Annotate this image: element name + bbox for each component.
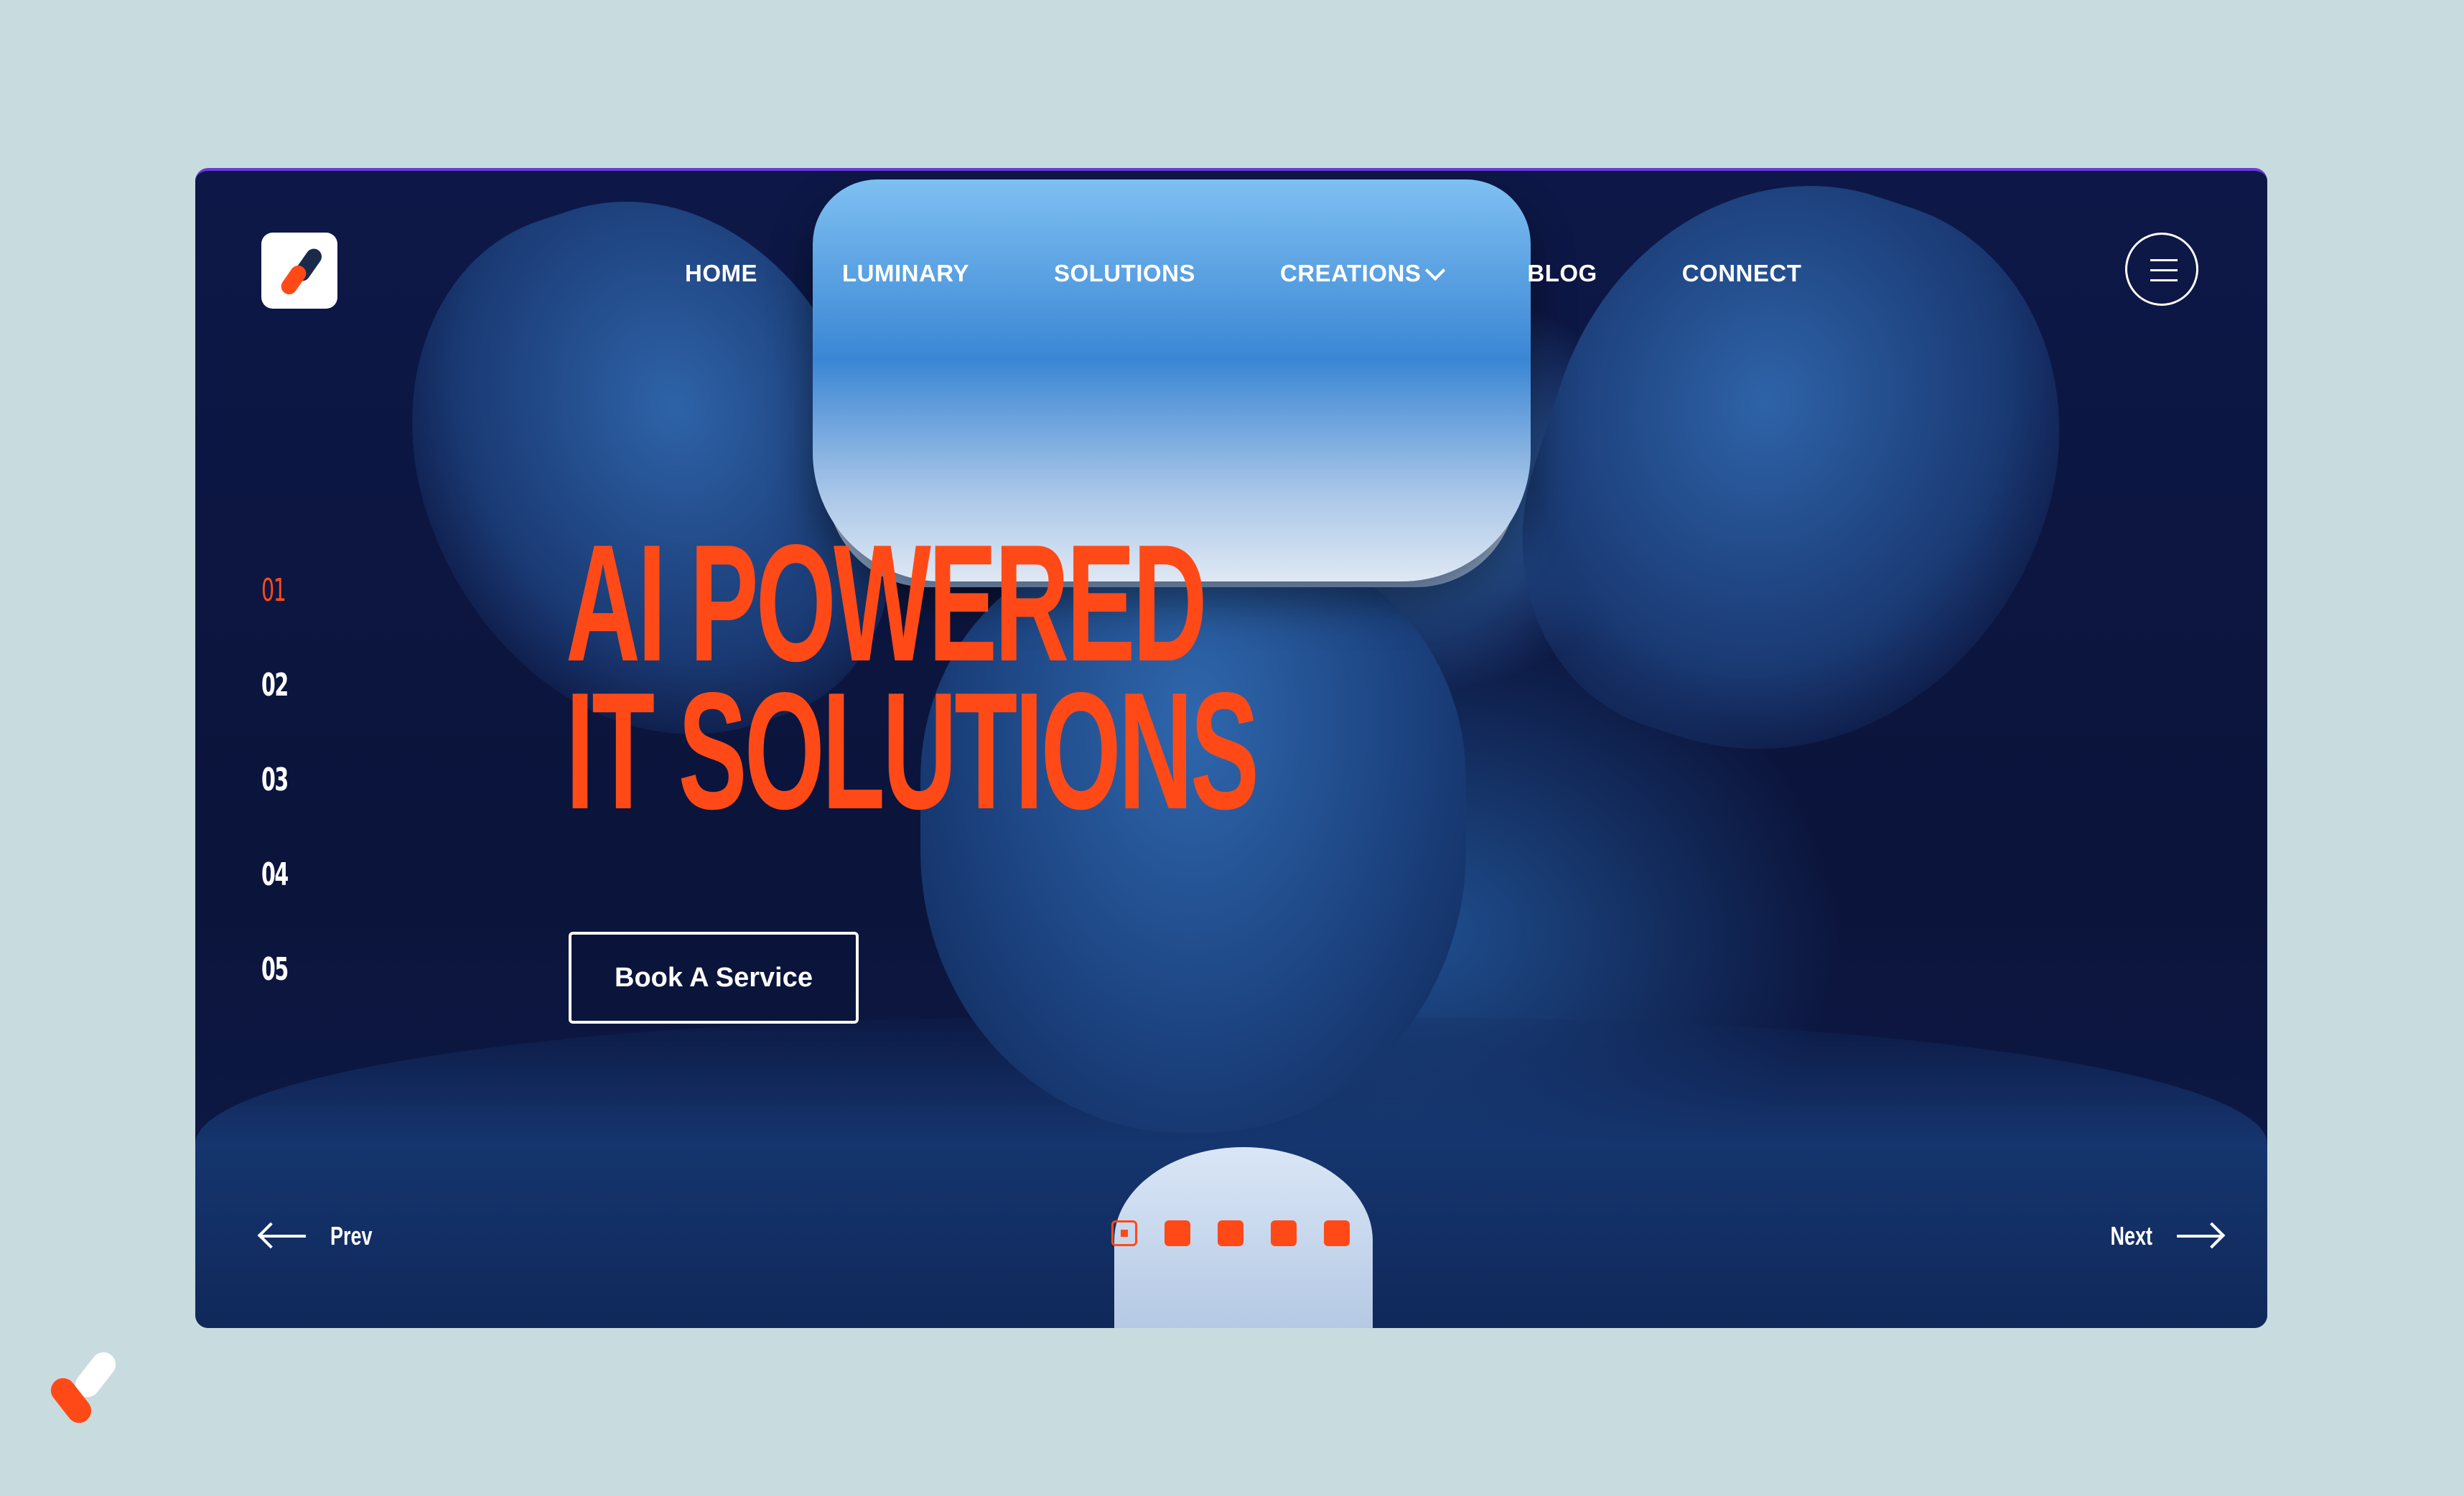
menu-line bbox=[2150, 259, 2178, 261]
slide-pagination bbox=[1111, 1220, 1350, 1246]
menu-line bbox=[2150, 279, 2178, 281]
nav-item-label: SOLUTIONS bbox=[1053, 260, 1195, 286]
arrow-right-icon bbox=[2177, 1235, 2222, 1238]
next-button[interactable]: Next bbox=[2096, 1215, 2222, 1258]
menu-line bbox=[2150, 269, 2178, 271]
prev-button[interactable]: Prev bbox=[261, 1215, 386, 1258]
pagination-dot-3[interactable] bbox=[1218, 1220, 1243, 1246]
nav-item-connect[interactable]: CONNECT bbox=[1682, 256, 1802, 291]
hero-headline-line-2: IT SOLUTIONS bbox=[566, 658, 1259, 844]
slide-number-2[interactable]: 02 bbox=[261, 639, 289, 734]
nav-item-solutions[interactable]: SOLUTIONS bbox=[1054, 256, 1195, 291]
nav-item-label: CONNECT bbox=[1681, 260, 1802, 286]
nav-item-creations[interactable]: CREATIONS bbox=[1279, 256, 1446, 291]
nav-item-label: HOME bbox=[685, 260, 757, 286]
nav-item-luminary[interactable]: LUMINARY bbox=[842, 256, 969, 291]
pagination-dot-2[interactable] bbox=[1165, 1220, 1190, 1246]
hero-headline: AI POWERED IT SOLUTIONS bbox=[566, 510, 1259, 844]
book-service-button[interactable]: Book A Service bbox=[569, 932, 859, 1024]
slide-number-4[interactable]: 04 bbox=[261, 828, 289, 923]
nav-item-label: CREATIONS bbox=[1279, 260, 1422, 286]
next-label: Next bbox=[2110, 1221, 2153, 1250]
prev-label: Prev bbox=[330, 1221, 373, 1250]
brand-mark-icon bbox=[46, 1347, 123, 1429]
hero-headline-line-1: AI POWERED bbox=[566, 510, 1208, 696]
nav-item-blog[interactable]: BLOG bbox=[1527, 256, 1597, 291]
brand-logo-icon[interactable] bbox=[261, 233, 337, 309]
chevron-down-icon bbox=[1425, 260, 1446, 281]
nav-item-label: LUMINARY bbox=[842, 260, 969, 286]
slide-number-1[interactable]: 01 bbox=[261, 544, 288, 639]
slide-number-list: 01 02 03 04 05 bbox=[261, 544, 298, 1018]
pagination-dot-1[interactable] bbox=[1111, 1220, 1137, 1246]
nav-item-home[interactable]: HOME bbox=[685, 256, 757, 291]
slide-number-3[interactable]: 03 bbox=[261, 734, 289, 828]
main-nav: HOME LUMINARY SOLUTIONS CREATIONS BLOG C… bbox=[685, 256, 1801, 291]
arrow-left-icon bbox=[261, 1235, 306, 1238]
hero-section: HOME LUMINARY SOLUTIONS CREATIONS BLOG C… bbox=[195, 168, 2267, 1328]
pagination-dot-5[interactable] bbox=[1324, 1220, 1350, 1246]
slide-number-5[interactable]: 05 bbox=[261, 923, 289, 1018]
pagination-dot-4[interactable] bbox=[1271, 1220, 1297, 1246]
hamburger-menu-icon[interactable] bbox=[2125, 233, 2198, 306]
page-background: HOME LUMINARY SOLUTIONS CREATIONS BLOG C… bbox=[0, 0, 2464, 1496]
nav-item-label: BLOG bbox=[1527, 260, 1597, 286]
